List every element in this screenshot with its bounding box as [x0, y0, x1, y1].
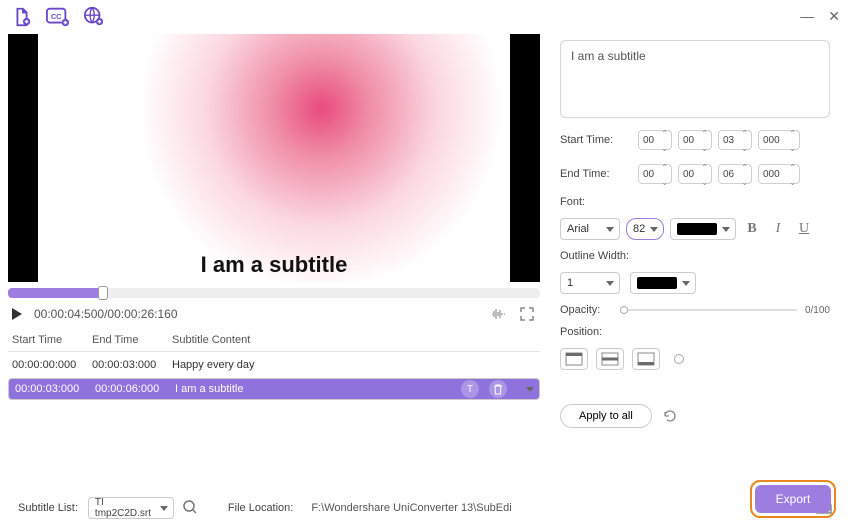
table-row[interactable]: 00:00:00:000 00:00:03:000 Happy every da…: [8, 352, 540, 378]
file-location-label: File Location:: [228, 502, 293, 514]
opacity-value: 0/100: [805, 305, 830, 316]
svg-text:CC: CC: [51, 12, 62, 21]
add-cc-icon[interactable]: CC: [46, 6, 70, 28]
opacity-slider[interactable]: [620, 309, 797, 311]
delete-icon[interactable]: [489, 380, 507, 398]
translate-icon[interactable]: T: [461, 380, 479, 398]
close-icon[interactable]: ✕: [828, 8, 840, 25]
minimize-icon[interactable]: —: [800, 8, 814, 25]
subtitle-table-header: Start Time End Time Subtitle Content: [8, 328, 540, 352]
end-hh-stepper[interactable]: 00: [638, 164, 672, 184]
outline-color-select[interactable]: [630, 272, 696, 294]
outline-width-select[interactable]: 1: [560, 272, 620, 294]
web-subtitle-icon[interactable]: [82, 6, 106, 28]
outline-width-label: Outline Width:: [560, 250, 830, 262]
subtitle-text-input[interactable]: [560, 40, 830, 118]
start-mm-stepper[interactable]: 00: [678, 130, 712, 150]
start-hh-stepper[interactable]: 00: [638, 130, 672, 150]
position-bottom-button[interactable]: [632, 348, 660, 370]
toolbar: CC — ✕: [0, 0, 850, 34]
opacity-label: Opacity:: [560, 304, 610, 316]
subtitle-list-label: Subtitle List:: [18, 502, 78, 514]
italic-button[interactable]: I: [768, 219, 788, 239]
playback-time: 00:00:04:500/00:00:26:160: [34, 307, 480, 321]
search-icon[interactable]: [182, 499, 200, 517]
end-mm-stepper[interactable]: 00: [678, 164, 712, 184]
position-middle-button[interactable]: [596, 348, 624, 370]
export-button[interactable]: Export: [755, 485, 831, 513]
reset-icon[interactable]: [662, 408, 678, 424]
file-location-path: F:\Wondershare UniConverter 13\SubEdi: [311, 502, 810, 514]
apply-all-button[interactable]: Apply to all: [560, 404, 652, 428]
play-icon[interactable]: [12, 308, 22, 320]
font-color-select[interactable]: [670, 218, 736, 240]
add-file-icon[interactable]: [10, 6, 34, 28]
end-time-label: End Time:: [560, 168, 638, 180]
position-top-button[interactable]: [560, 348, 588, 370]
fullscreen-icon[interactable]: [518, 305, 536, 323]
subtitle-overlay: I am a subtitle: [8, 252, 540, 278]
table-row[interactable]: 00:00:03:000 00:00:06:000 I am a subtitl…: [8, 378, 540, 400]
end-ss-stepper[interactable]: 06: [718, 164, 752, 184]
video-preview: I am a subtitle: [8, 34, 540, 282]
bold-button[interactable]: B: [742, 219, 762, 239]
start-time-label: Start Time:: [560, 134, 638, 146]
timeline-slider[interactable]: [8, 288, 540, 298]
waveform-icon[interactable]: [490, 305, 508, 323]
font-label: Font:: [560, 196, 830, 208]
subtitle-list-select[interactable]: TI tmp2C2D.srt: [88, 497, 174, 519]
end-ms-stepper[interactable]: 000: [758, 164, 800, 184]
start-ss-stepper[interactable]: 03: [718, 130, 752, 150]
start-ms-stepper[interactable]: 000: [758, 130, 800, 150]
underline-button[interactable]: U: [794, 219, 814, 239]
font-family-select[interactable]: Arial: [560, 218, 620, 240]
font-size-select[interactable]: 82: [626, 218, 664, 240]
position-label: Position:: [560, 326, 830, 338]
position-custom-radio[interactable]: [674, 354, 684, 364]
